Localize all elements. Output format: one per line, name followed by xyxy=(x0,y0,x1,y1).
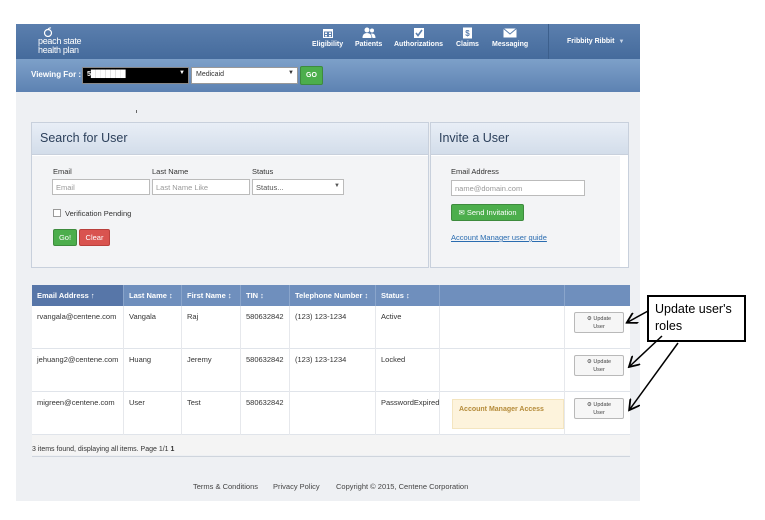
annotation-arrows xyxy=(0,310,679,520)
arrow-row1 xyxy=(628,310,649,322)
arrow-row2 xyxy=(630,335,663,366)
arrow-row3 xyxy=(630,342,679,409)
